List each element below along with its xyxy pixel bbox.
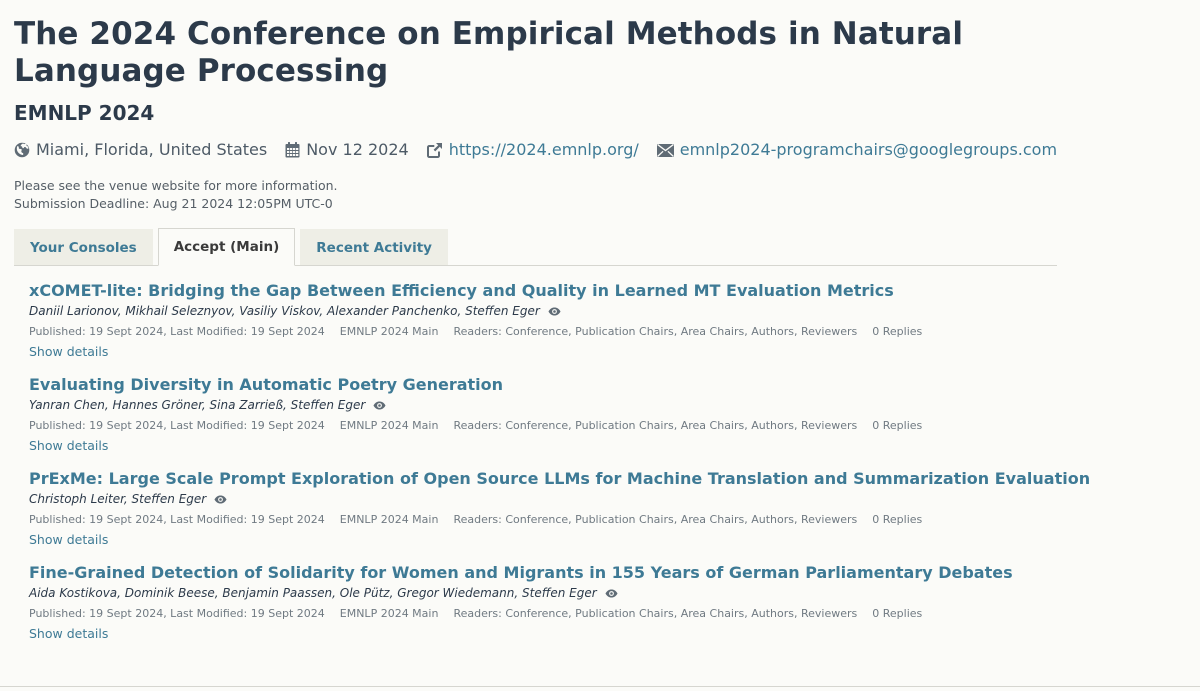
- venue-contact: emnlp2024-programchairs@googlegroups.com: [656, 139, 1057, 161]
- note-replies: 0 Replies: [872, 419, 923, 432]
- note-venue: EMNLP 2024 Main: [339, 325, 439, 338]
- note-dates: Published: 19 Sept 2024, Last Modified: …: [29, 607, 325, 620]
- note-venue: EMNLP 2024 Main: [339, 513, 439, 526]
- instructions-text: Please see the venue website for more in…: [14, 178, 338, 193]
- venue-tabs: Your Consoles Accept (Main) Recent Activ…: [14, 227, 1057, 266]
- note-authors-text: Daniil Larionov, Mikhail Seleznyov, Vasi…: [29, 304, 540, 318]
- note-authors: Daniil Larionov, Mikhail Seleznyov, Vasi…: [29, 303, 1057, 320]
- note-authors-text: Yanran Chen, Hannes Gröner, Sina Zarrieß…: [29, 398, 366, 412]
- note-readers: Readers: Conference, Publication Chairs,…: [453, 513, 858, 526]
- note-title-link[interactable]: PrExMe: Large Scale Prompt Exploration o…: [29, 468, 1090, 490]
- note-authors-text: Christoph Leiter, Steffen Eger: [29, 492, 207, 506]
- note-meta: Published: 19 Sept 2024, Last Modified: …: [29, 417, 1057, 434]
- note-authors: Yanran Chen, Hannes Gröner, Sina Zarrieß…: [29, 397, 1057, 414]
- note-replies: 0 Replies: [872, 325, 923, 338]
- eye-icon[interactable]: [373, 401, 386, 410]
- note-readers: Readers: Conference, Publication Chairs,…: [453, 607, 858, 620]
- external-link-icon: [426, 143, 442, 158]
- show-details-link[interactable]: Show details: [29, 531, 108, 548]
- list-item: Fine-Grained Detection of Solidarity for…: [29, 562, 1057, 642]
- venue-email-link[interactable]: emnlp2024-programchairs@googlegroups.com: [680, 139, 1057, 161]
- note-dates: Published: 19 Sept 2024, Last Modified: …: [29, 513, 325, 526]
- note-replies: 0 Replies: [872, 607, 923, 620]
- venue-page: The 2024 Conference on Empirical Methods…: [14, 0, 1090, 642]
- note-replies: 0 Replies: [872, 513, 923, 526]
- note-title-link[interactable]: Evaluating Diversity in Automatic Poetry…: [29, 374, 503, 396]
- list-item: xCOMET-lite: Bridging the Gap Between Ef…: [29, 280, 1057, 360]
- venue-date-text: Nov 12 2024: [306, 140, 409, 159]
- submission-deadline: Submission Deadline: Aug 21 2024 12:05PM…: [14, 196, 333, 211]
- note-dates: Published: 19 Sept 2024, Last Modified: …: [29, 419, 325, 432]
- note-readers: Readers: Conference, Publication Chairs,…: [453, 325, 858, 338]
- eye-icon[interactable]: [548, 307, 561, 316]
- list-item: PrExMe: Large Scale Prompt Exploration o…: [29, 468, 1090, 548]
- note-venue: EMNLP 2024 Main: [339, 419, 439, 432]
- notes-list: xCOMET-lite: Bridging the Gap Between Ef…: [14, 280, 1090, 642]
- note-title-link[interactable]: xCOMET-lite: Bridging the Gap Between Ef…: [29, 280, 894, 302]
- note-meta: Published: 19 Sept 2024, Last Modified: …: [29, 605, 1057, 622]
- venue-short-name: EMNLP 2024: [14, 101, 155, 125]
- note-title-link[interactable]: Fine-Grained Detection of Solidarity for…: [29, 562, 1013, 584]
- footer-divider: [0, 686, 1200, 687]
- venue-meta: Miami, Florida, United States Nov 12 202…: [14, 139, 1057, 161]
- envelope-icon: [656, 143, 674, 157]
- venue-title: The 2024 Conference on Empirical Methods…: [14, 16, 964, 89]
- note-meta: Published: 19 Sept 2024, Last Modified: …: [29, 323, 1057, 340]
- tab-your-consoles[interactable]: Your Consoles: [14, 229, 153, 265]
- globe-icon: [14, 142, 30, 158]
- tab-accept-main[interactable]: Accept (Main): [157, 228, 296, 266]
- note-authors: Christoph Leiter, Steffen Eger: [29, 491, 1057, 508]
- note-meta: Published: 19 Sept 2024, Last Modified: …: [29, 511, 1057, 528]
- show-details-link[interactable]: Show details: [29, 625, 108, 642]
- note-dates: Published: 19 Sept 2024, Last Modified: …: [29, 325, 325, 338]
- show-details-link[interactable]: Show details: [29, 437, 108, 454]
- note-authors-text: Aida Kostikova, Dominik Beese, Benjamin …: [29, 586, 597, 600]
- eye-icon[interactable]: [605, 589, 618, 598]
- venue-website-link[interactable]: https://2024.emnlp.org/: [449, 139, 639, 161]
- note-readers: Readers: Conference, Publication Chairs,…: [453, 419, 858, 432]
- venue-date: Nov 12 2024: [285, 139, 409, 161]
- venue-website: https://2024.emnlp.org/: [426, 139, 639, 161]
- show-details-link[interactable]: Show details: [29, 343, 108, 360]
- calendar-icon: [285, 142, 300, 158]
- eye-icon[interactable]: [214, 495, 227, 504]
- tab-recent-activity[interactable]: Recent Activity: [300, 229, 448, 265]
- list-item: Evaluating Diversity in Automatic Poetry…: [29, 374, 1057, 454]
- note-venue: EMNLP 2024 Main: [339, 607, 439, 620]
- venue-location: Miami, Florida, United States: [14, 139, 267, 161]
- venue-location-text: Miami, Florida, United States: [36, 140, 268, 159]
- note-authors: Aida Kostikova, Dominik Beese, Benjamin …: [29, 585, 1057, 602]
- venue-instructions: Please see the venue website for more in…: [14, 177, 1057, 213]
